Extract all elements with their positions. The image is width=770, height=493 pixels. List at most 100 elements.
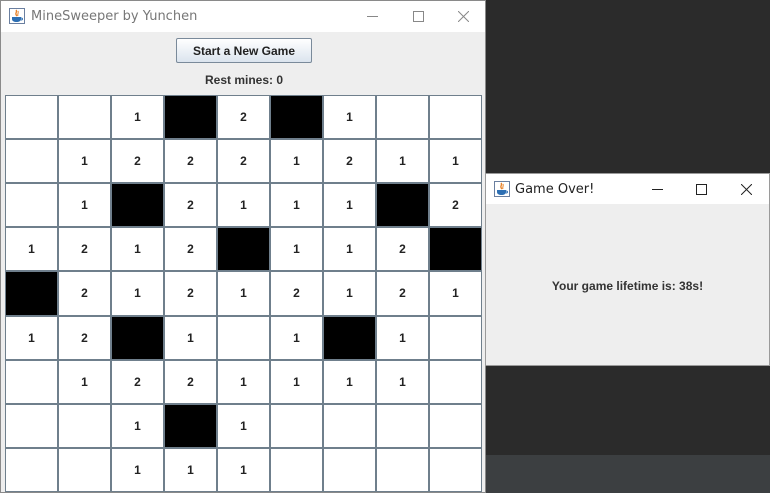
board-cell[interactable] <box>271 404 322 447</box>
maximize-button[interactable] <box>395 1 441 32</box>
board-cell[interactable] <box>6 360 57 403</box>
board-cell[interactable]: 2 <box>59 272 110 315</box>
board-cell[interactable]: 1 <box>218 360 269 403</box>
board-cell[interactable] <box>59 448 110 491</box>
board-cell[interactable]: 1 <box>165 448 216 491</box>
mine-cell[interactable] <box>324 316 375 359</box>
board-cell[interactable]: 2 <box>112 140 163 183</box>
board-cell[interactable] <box>218 316 269 359</box>
board-cell[interactable]: 1 <box>324 272 375 315</box>
board-cell[interactable]: 1 <box>6 228 57 271</box>
dialog-maximize-button[interactable] <box>678 174 724 205</box>
dialog-minimize-button[interactable] <box>634 174 680 205</box>
board-cell[interactable]: 1 <box>377 140 428 183</box>
rest-mines-label: Rest mines: 0 <box>204 73 284 87</box>
board-cell[interactable] <box>324 404 375 447</box>
board-cell[interactable]: 2 <box>377 272 428 315</box>
board-cell[interactable] <box>6 96 57 139</box>
board-cell[interactable] <box>6 184 57 227</box>
mine-cell[interactable] <box>430 228 481 271</box>
board-cell[interactable] <box>377 96 428 139</box>
board-cell[interactable] <box>6 448 57 491</box>
board-cell[interactable]: 1 <box>59 140 110 183</box>
board-cell[interactable] <box>377 448 428 491</box>
board-cell[interactable]: 1 <box>324 360 375 403</box>
close-button[interactable] <box>440 1 486 32</box>
board-cell[interactable]: 2 <box>377 228 428 271</box>
board-cell[interactable] <box>59 96 110 139</box>
board-cell[interactable] <box>377 404 428 447</box>
board-cell[interactable]: 2 <box>324 140 375 183</box>
main-window: MineSweeper by Yunchen Start a New Game … <box>0 0 486 493</box>
minimize-icon <box>651 189 663 190</box>
board-cell[interactable] <box>430 360 481 403</box>
board-cell[interactable] <box>6 140 57 183</box>
java-cup-icon <box>9 8 25 24</box>
main-titlebar: MineSweeper by Yunchen <box>1 1 485 32</box>
board-cell[interactable]: 2 <box>218 140 269 183</box>
mine-cell[interactable] <box>218 228 269 271</box>
board-cell[interactable] <box>430 404 481 447</box>
board-cell[interactable]: 1 <box>218 404 269 447</box>
board-cell[interactable]: 1 <box>6 316 57 359</box>
board-cell[interactable]: 2 <box>165 360 216 403</box>
mine-cell[interactable] <box>165 404 216 447</box>
board-cell[interactable]: 1 <box>271 140 322 183</box>
board-cell[interactable] <box>271 448 322 491</box>
board-cell[interactable]: 1 <box>271 228 322 271</box>
board-cell[interactable]: 1 <box>112 96 163 139</box>
board-cell[interactable]: 1 <box>324 184 375 227</box>
dialog-close-button[interactable] <box>723 174 769 205</box>
board-cell[interactable]: 1 <box>430 140 481 183</box>
board-cell[interactable]: 2 <box>59 228 110 271</box>
board-cell[interactable]: 1 <box>377 360 428 403</box>
board-cell[interactable]: 1 <box>218 272 269 315</box>
board-cell[interactable]: 1 <box>112 448 163 491</box>
minimize-icon <box>366 16 378 17</box>
board-cell[interactable]: 2 <box>165 272 216 315</box>
board-cell[interactable]: 1 <box>165 316 216 359</box>
mine-cell[interactable] <box>112 184 163 227</box>
board-cell[interactable] <box>324 448 375 491</box>
maximize-icon <box>695 184 707 195</box>
board-cell[interactable]: 1 <box>430 272 481 315</box>
java-cup-icon <box>494 181 510 197</box>
board-cell[interactable]: 2 <box>430 184 481 227</box>
board-cell[interactable] <box>430 448 481 491</box>
mine-cell[interactable] <box>271 96 322 139</box>
board-cell[interactable]: 1 <box>324 228 375 271</box>
mine-cell[interactable] <box>6 272 57 315</box>
mine-cell[interactable] <box>165 96 216 139</box>
board-cell[interactable] <box>6 404 57 447</box>
board-cell[interactable]: 2 <box>165 140 216 183</box>
background-taskbar <box>486 455 770 493</box>
minimize-button[interactable] <box>349 1 395 32</box>
board-cell[interactable] <box>430 316 481 359</box>
board-cell[interactable]: 2 <box>112 360 163 403</box>
board-cell[interactable]: 2 <box>271 272 322 315</box>
board-cell[interactable]: 1 <box>271 184 322 227</box>
board-cell[interactable]: 1 <box>271 316 322 359</box>
mine-cell[interactable] <box>112 316 163 359</box>
close-icon <box>457 11 469 22</box>
dialog-title: Game Over! <box>515 182 595 197</box>
board-cell[interactable]: 1 <box>112 228 163 271</box>
board-cell[interactable]: 1 <box>377 316 428 359</box>
board-cell[interactable] <box>430 96 481 139</box>
board-cell[interactable]: 1 <box>59 360 110 403</box>
board-cell[interactable]: 1 <box>59 184 110 227</box>
board-cell[interactable]: 1 <box>218 448 269 491</box>
board-cell[interactable]: 2 <box>59 316 110 359</box>
board-cell[interactable]: 1 <box>324 96 375 139</box>
board-cell[interactable]: 2 <box>165 228 216 271</box>
board-cell[interactable]: 2 <box>218 96 269 139</box>
board-cell[interactable]: 2 <box>165 184 216 227</box>
board-cell[interactable]: 1 <box>112 272 163 315</box>
maximize-icon <box>412 11 424 22</box>
board-cell[interactable]: 1 <box>112 404 163 447</box>
board-cell[interactable]: 1 <box>271 360 322 403</box>
board-cell[interactable]: 1 <box>218 184 269 227</box>
board-cell[interactable] <box>59 404 110 447</box>
start-new-game-button[interactable]: Start a New Game <box>176 38 312 63</box>
mine-cell[interactable] <box>377 184 428 227</box>
